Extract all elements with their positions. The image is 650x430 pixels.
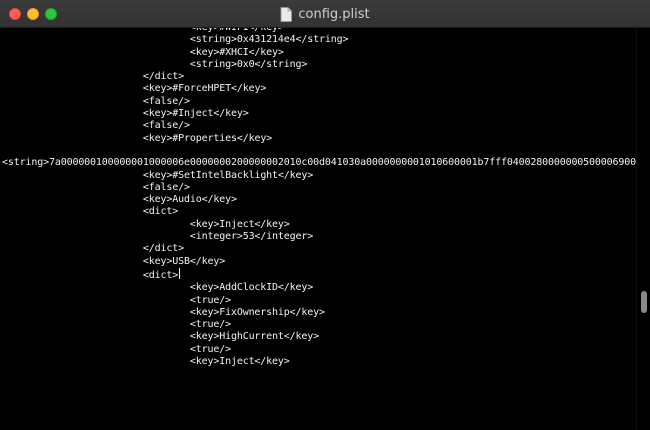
text-editor-area[interactable]: <key>#WIFI</key> <string>0x431214e4</str…: [0, 28, 636, 430]
file-contents[interactable]: <key>#WIFI</key> <string>0x431214e4</str…: [0, 28, 636, 368]
document-icon: [280, 6, 293, 22]
window-title: config.plist: [298, 6, 370, 22]
text-after-cursor: <key>AddClockID</key> <true/> <key>FixOw…: [189, 282, 325, 368]
vertical-scrollbar[interactable]: [636, 28, 650, 430]
title-bar[interactable]: config.plist: [0, 0, 650, 28]
text-editor-window: config.plist <key>#WIFI</key> <string>0x…: [0, 0, 650, 430]
window-title-group: config.plist: [0, 0, 650, 28]
text-cursor: [179, 267, 181, 279]
text-before-cursor: <key>#WIFI</key> <string>0x431214e4</str…: [2, 28, 636, 281]
scrollbar-thumb[interactable]: [641, 291, 647, 313]
